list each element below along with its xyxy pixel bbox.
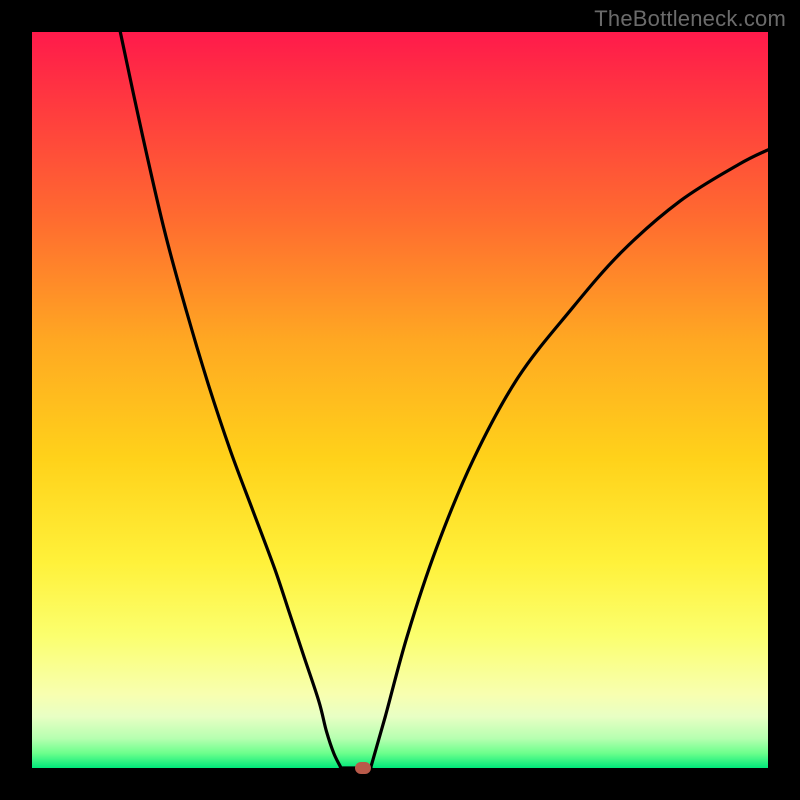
watermark-text: TheBottleneck.com bbox=[594, 6, 786, 32]
curve-svg bbox=[32, 32, 768, 768]
optimal-marker bbox=[355, 762, 371, 774]
bottleneck-curve bbox=[120, 32, 768, 772]
chart-frame: TheBottleneck.com bbox=[0, 0, 800, 800]
plot-area bbox=[32, 32, 768, 768]
